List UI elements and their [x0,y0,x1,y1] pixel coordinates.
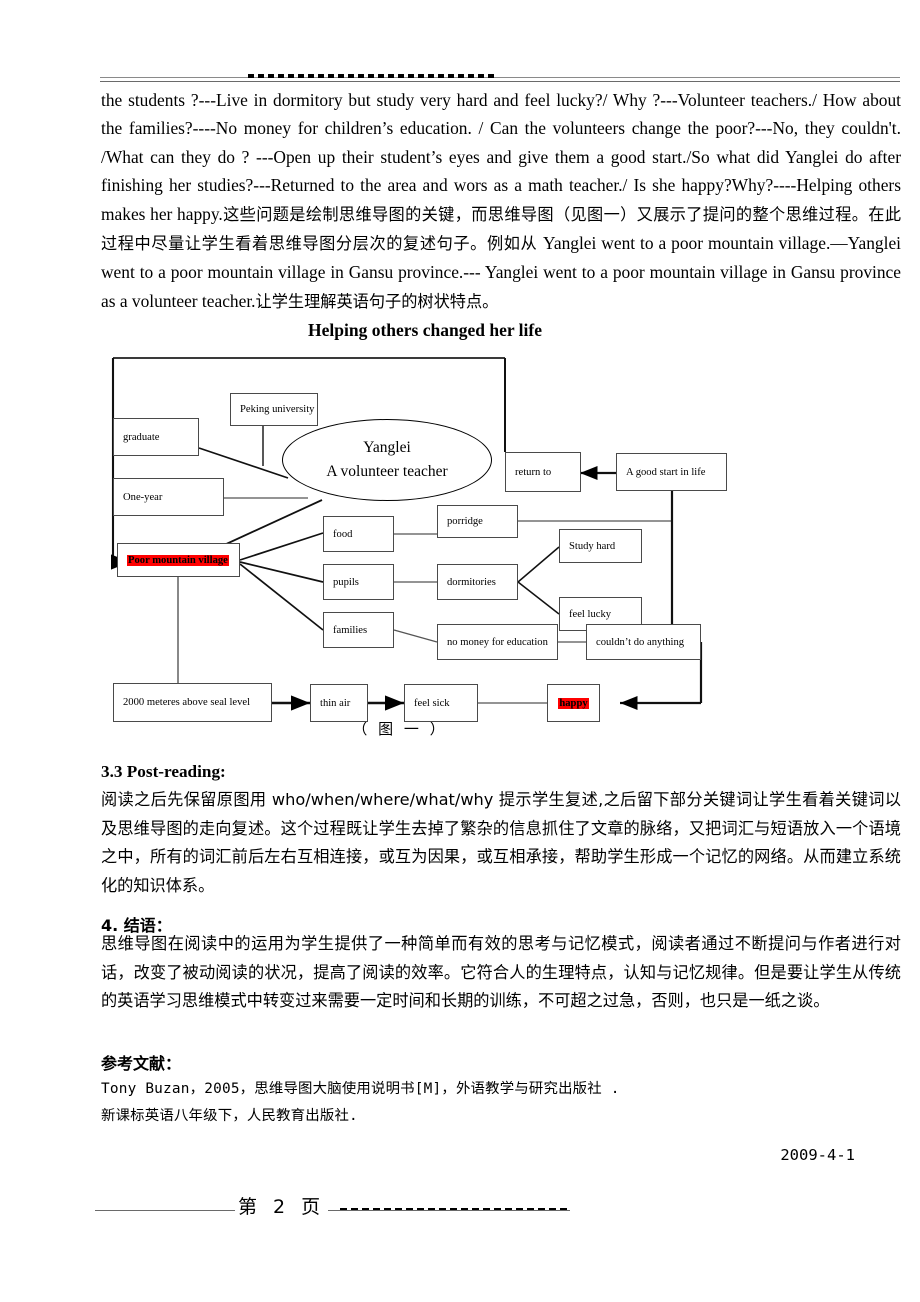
node-label: no money for education [447,636,548,648]
header-line-dashed [248,74,498,78]
document-page: the students ?---Live in dormitory but s… [0,0,920,1302]
node-label: thin air [320,697,351,709]
node-porridge: porridge [437,505,518,538]
node-label: porridge [447,516,483,527]
node-label: food [333,528,353,540]
header-rule [100,72,900,84]
node-one-year: One-year [113,478,224,516]
reference-item: Tony Buzan，2005，思维导图大脑使用说明书[M]，外语教学与研究出版… [101,1081,620,1097]
node-altitude: 2000 meteres above seal level [113,683,272,722]
node-graduate: graduate [113,418,199,456]
reference-item: 新课标英语八年级下，人民教育出版社. [101,1108,358,1124]
header-line-thin [100,77,900,78]
node-peking-university: Peking university [230,393,318,426]
node-center-yanglei: Yanglei A volunteer teacher [282,419,492,501]
node-label: 2000 meteres above seal level [123,697,251,708]
footer-page-number: 第 2 页 [235,1192,329,1219]
node-label: One-year [123,491,163,503]
node-pupils: pupils [323,564,394,600]
mind-map-diagram: Helping others changed her life Peking u… [0,320,920,740]
node-couldnt-do-anything: couldn’t do anything [586,624,701,660]
node-label: dormitories [447,576,496,588]
node-thin-air: thin air [310,684,368,722]
heading-post-reading: 3.3 Post-reading: [101,762,226,781]
node-no-money-for-education: no money for education [437,624,558,660]
node-label: couldn’t do anything [596,636,685,648]
node-label: families [333,624,368,636]
top-paragraph: the students ?---Live in dormitory but s… [101,86,901,316]
node-happy: happy [547,684,600,722]
node-study-hard: Study hard [559,529,642,563]
paragraph-post-reading: 阅读之后先保留原图用 who/when/where/what/why 提示学生复… [101,790,901,895]
node-label: return to [515,466,552,478]
node-families: families [323,612,394,648]
heading-references: 参考文献： [101,1054,182,1073]
node-label-highlighted: Poor mountain village [127,554,229,566]
center-line-2: A volunteer teacher [326,463,448,480]
node-label: Study hard [569,540,616,552]
header-line-thin-2 [100,81,900,82]
node-label: pupils [333,576,359,588]
top-paragraph-en: the students ?---Live in dormitory but s… [101,90,901,224]
node-dormitories: dormitories [437,564,518,600]
node-label: feel lucky [569,608,612,620]
node-label: A good start in life [626,466,706,478]
node-label: Peking university [240,404,315,415]
footer-line [95,1210,570,1211]
footer-dashed-line [340,1208,570,1210]
node-label: graduate [123,431,160,443]
node-good-start-in-life: A good start in life [616,453,727,491]
node-label-highlighted: happy [558,697,589,709]
node-label: feel sick [414,697,450,709]
page-footer: 第 2 页 [95,1192,655,1219]
center-line-1: Yanglei [363,439,411,456]
node-poor-mountain-village: Poor mountain village [117,543,240,577]
paragraph-conclusion: 思维导图在阅读中的运用为学生提供了一种简单而有效的思考与记忆模式，阅读者通过不断… [101,934,901,1011]
node-return-to: return to [505,452,581,492]
node-food: food [323,516,394,552]
node-feel-sick: feel sick [404,684,478,722]
top-paragraph-cn2: 让学生理解英语句子的树状特点。 [255,291,499,311]
document-date: 2009-4-1 [780,1146,855,1164]
